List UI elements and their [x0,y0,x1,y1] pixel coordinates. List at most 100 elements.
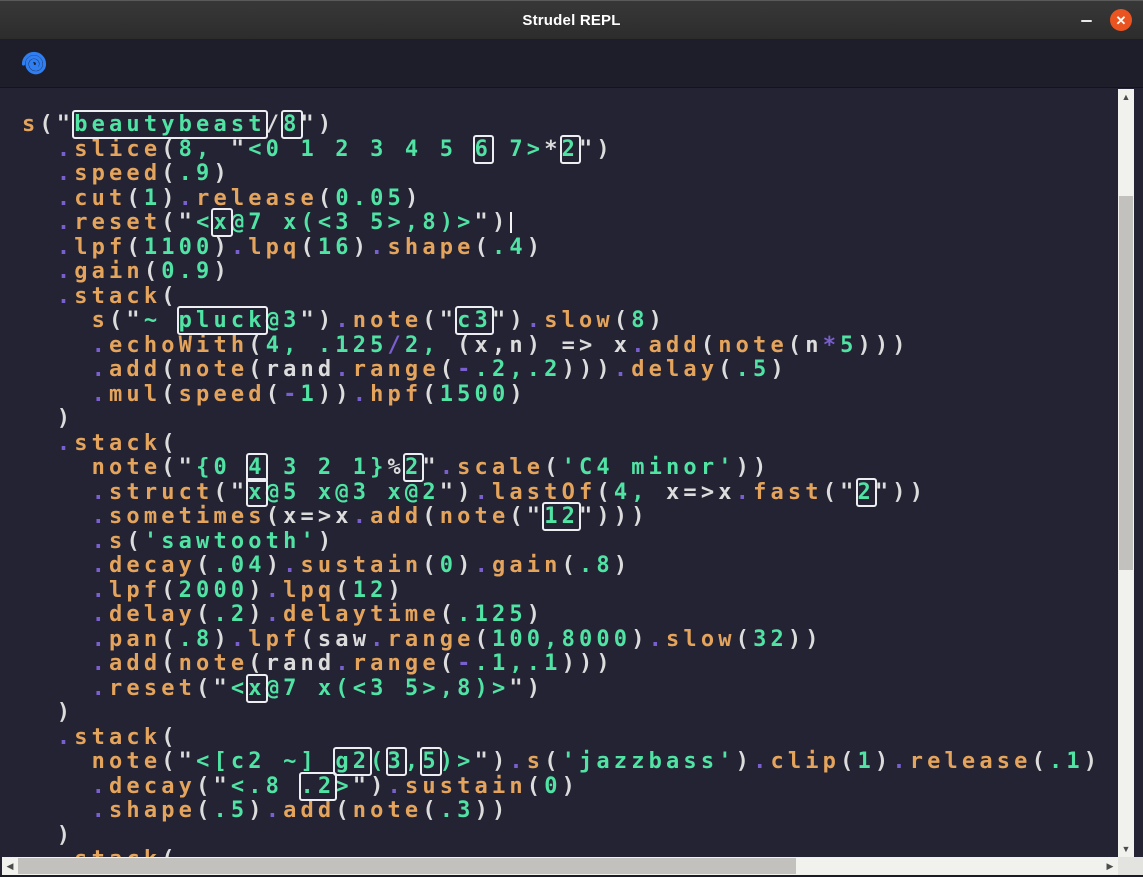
code-token: ")) [875,480,927,505]
code-token: 5 [840,333,857,358]
code-token: ( [266,382,283,407]
code-token [22,161,57,186]
vertical-scrollbar[interactable]: ▲ ▼ [1118,89,1134,857]
code-token: "))) [579,504,649,529]
code-line: .struct("x@5 x@3 x@2").lastOf(4, x=>x.fa… [22,481,1101,506]
code-token: . [92,553,109,578]
code-token: . [92,578,109,603]
code-token: ) [736,749,753,774]
window-controls: ✕ [1076,0,1132,40]
code-token: add [109,651,161,676]
horizontal-scrollbar[interactable]: ◀ ▶ [2,857,1118,875]
code-token: ( [196,553,213,578]
code-token: 12 [353,578,388,603]
code-token: lpf [74,235,126,260]
code-token: 'C4 minor' [562,455,736,480]
code-token: ) [614,553,631,578]
code-token: note [440,504,510,529]
code-token: . [283,553,300,578]
code-token [22,676,92,701]
code-token: fast [753,480,823,505]
code-token: shape [388,235,475,260]
code-token: " [422,455,439,480]
scroll-up-button[interactable]: ▲ [1118,89,1134,105]
code-token: . [527,308,544,333]
code-token: @3 [266,308,301,333]
code-token: . [614,357,631,382]
arrow-right-icon: ▶ [1107,861,1114,872]
code-token: .4 [492,235,527,260]
code-token: , [405,749,422,774]
code-token: note [179,357,249,382]
code-token: . [370,235,387,260]
strudel-spiral-icon[interactable] [20,50,48,78]
code-token: ))) [858,333,910,358]
code-token: ( [422,798,439,823]
code-token: . [335,308,352,333]
code-token: ( [335,578,352,603]
code-token: .8 [579,553,614,578]
minimize-button[interactable] [1076,10,1096,30]
code-editor[interactable]: s("beautybeast/8") .slice(8, "<0 1 2 3 4… [0,89,1118,877]
code-token: ) [22,406,74,431]
code-token: ( [161,651,178,676]
close-button[interactable]: ✕ [1110,9,1132,31]
code-token: ( [161,284,178,309]
scroll-right-button[interactable]: ▶ [1102,857,1118,875]
code-token: lpf [248,627,300,652]
code-token: ") [475,749,510,774]
code-token: ( [318,186,335,211]
code-token: . [57,137,74,162]
code-line: .decay("<.8 .2>").sustain(0) [22,775,1101,800]
code-token: note [353,798,423,823]
code-token: ~ [144,308,179,333]
code-token: . [231,235,248,260]
code-token: (" [161,455,196,480]
code-line: .reset("<x@7 x(<3 5>,8)>") [22,211,1101,236]
code-token: speed [179,382,266,407]
code-token: .5 [213,798,248,823]
code-token: .04 [213,553,265,578]
code-token: struct [109,480,213,505]
scroll-down-button[interactable]: ▼ [1118,841,1134,857]
code-token: sustain [405,774,527,799]
code-token: . [736,480,753,505]
code-token: (" [213,480,248,505]
scroll-left-button[interactable]: ◀ [2,857,18,875]
code-token: ( [161,725,178,750]
horizontal-scroll-thumb[interactable] [18,858,796,874]
code-line: .add(note(rand.range(-.2,.2))).delay(.5) [22,358,1101,383]
code-token: range [353,651,440,676]
code-token: x [248,480,265,505]
code-token: > [335,774,352,799]
code-token: .2 [301,774,336,799]
code-token: .125 [457,602,527,627]
code-token: ( [718,357,735,382]
code-token: . [475,480,492,505]
code-token: stack [74,284,161,309]
code-token: ( [301,627,318,652]
code-token: 1500 [440,382,510,407]
code-token: rand [266,651,336,676]
code-line: .reset("<x@7 x(<3 5>,8)>") [22,677,1101,702]
code-token: . [92,357,109,382]
code-token: . [92,529,109,554]
code-line: .sometimes(x=>x.add(note("12"))) [22,505,1101,530]
code-token: 2 [858,480,875,505]
code-token [22,284,57,309]
code-token: . [92,627,109,652]
code-token: ( [196,602,213,627]
code-token: shape [109,798,196,823]
code-token: .2 [213,602,248,627]
vertical-scroll-thumb[interactable] [1119,196,1133,570]
code-token: ) [527,235,544,260]
code-token: . [353,504,370,529]
code-token: ( [370,749,387,774]
code-token: @5 x@3 x@2 [266,480,440,505]
code-token: . [92,676,109,701]
title-bar[interactable]: Strudel REPL ✕ [0,0,1143,40]
code-token: 16 [318,235,353,260]
code-token [22,627,92,652]
code-token [22,137,57,162]
code-token: . [57,725,74,750]
